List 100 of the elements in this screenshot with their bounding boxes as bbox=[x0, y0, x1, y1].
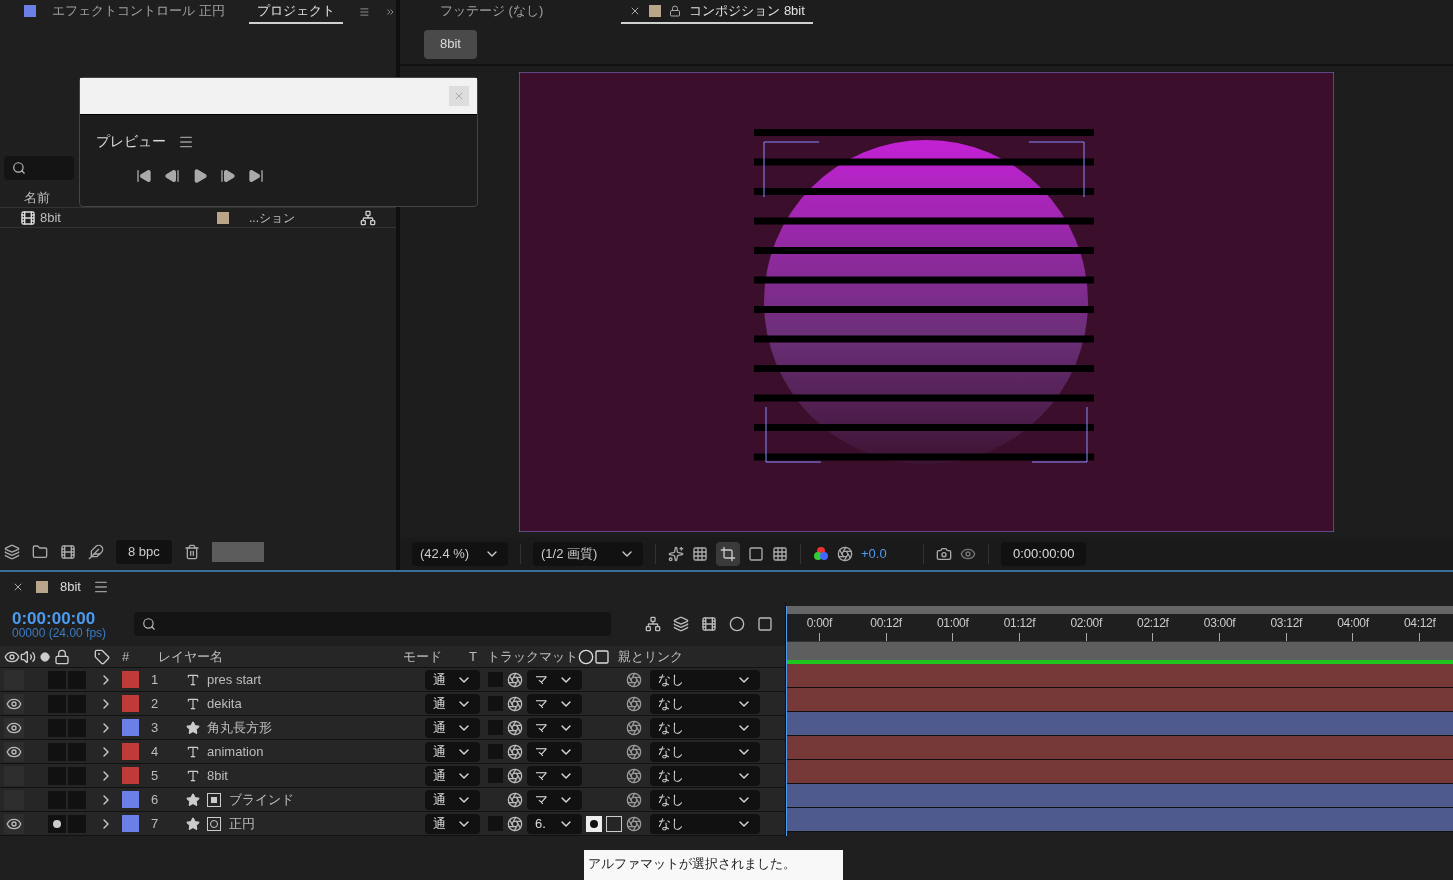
magnification-dropdown[interactable]: (42.4 %) bbox=[412, 541, 508, 566]
region-of-interest-icon[interactable] bbox=[748, 545, 764, 562]
search-field[interactable] bbox=[4, 156, 74, 180]
camera-icon[interactable] bbox=[936, 545, 952, 562]
layer-duration-bar[interactable] bbox=[786, 808, 1453, 832]
solo-toggle[interactable] bbox=[48, 814, 66, 833]
panel-tab[interactable]: コンポジション 8bit bbox=[621, 0, 813, 24]
pick-whip-icon[interactable] bbox=[507, 695, 523, 712]
layer-name[interactable]: animation bbox=[207, 741, 264, 762]
panel-tab[interactable]: プロジェクト bbox=[248, 0, 343, 24]
layer-name[interactable]: 角丸長方形 bbox=[207, 717, 272, 738]
search-field[interactable] bbox=[134, 612, 611, 636]
mode-dropdown[interactable]: 通 bbox=[425, 717, 480, 738]
composition-flowchart-icon[interactable] bbox=[645, 616, 661, 632]
work-area-bar[interactable] bbox=[786, 642, 1453, 664]
parent-dropdown[interactable]: なし bbox=[650, 693, 760, 714]
track-matte-dropdown[interactable]: マ bbox=[527, 693, 582, 714]
layer-duration-bar[interactable] bbox=[786, 784, 1453, 808]
parent-dropdown[interactable]: なし bbox=[650, 789, 760, 810]
track-matte-dropdown[interactable]: マ bbox=[527, 717, 582, 738]
label-swatch[interactable] bbox=[122, 719, 139, 736]
pick-whip-icon[interactable] bbox=[507, 791, 523, 808]
play-icon[interactable] bbox=[192, 168, 208, 184]
exposure-reset-icon[interactable] bbox=[837, 545, 853, 562]
parent-dropdown[interactable]: なし bbox=[650, 765, 760, 786]
folder-icon[interactable] bbox=[32, 544, 48, 560]
layer-row[interactable]: 7 正円 通 6. なし bbox=[0, 812, 785, 836]
label-swatch[interactable] bbox=[122, 743, 139, 760]
visibility-toggle[interactable] bbox=[4, 741, 24, 762]
pick-whip-icon[interactable] bbox=[507, 815, 523, 832]
parent-pick-whip-icon[interactable] bbox=[626, 719, 642, 736]
channel-icon[interactable] bbox=[813, 545, 829, 562]
next-frame-icon[interactable] bbox=[220, 168, 236, 184]
panel-tab[interactable]: フッテージ (なし) bbox=[432, 0, 552, 24]
parent-pick-whip-icon[interactable] bbox=[626, 791, 642, 808]
parent-dropdown[interactable]: なし bbox=[650, 741, 760, 762]
visibility-toggle[interactable] bbox=[4, 813, 24, 834]
parent-pick-whip-icon[interactable] bbox=[626, 815, 642, 832]
first-frame-icon[interactable] bbox=[136, 168, 152, 184]
pick-whip-icon[interactable] bbox=[507, 671, 523, 688]
mode-dropdown[interactable]: 通 bbox=[425, 789, 480, 810]
visibility-toggle[interactable] bbox=[4, 717, 24, 738]
label-swatch[interactable] bbox=[122, 791, 139, 808]
pick-whip-icon[interactable] bbox=[507, 719, 523, 736]
layer-name[interactable]: dekita bbox=[207, 693, 242, 714]
parent-pick-whip-icon[interactable] bbox=[626, 743, 642, 760]
visibility-toggle[interactable] bbox=[4, 669, 24, 690]
timeline-timecode[interactable]: 0:00:00:00 bbox=[12, 609, 122, 627]
pick-whip-icon[interactable] bbox=[507, 767, 523, 784]
layer-name[interactable]: ブラインド bbox=[229, 789, 294, 810]
exposure-value[interactable]: +0.0 bbox=[861, 543, 911, 564]
fast-preview-icon[interactable] bbox=[668, 545, 684, 562]
layer-row[interactable]: 3 角丸長方形 通 マ なし bbox=[0, 716, 785, 740]
pick-whip-icon[interactable] bbox=[507, 743, 523, 760]
last-frame-icon[interactable] bbox=[248, 168, 264, 184]
previous-frame-icon[interactable] bbox=[164, 168, 180, 184]
track-matte-dropdown[interactable]: 6. bbox=[527, 813, 582, 834]
panel-tab[interactable]: エフェクトコントロール 正円 bbox=[16, 0, 233, 24]
track-matte-dropdown[interactable]: マ bbox=[527, 789, 582, 810]
layer-name[interactable]: pres start bbox=[207, 669, 262, 690]
flowchart-icon[interactable] bbox=[360, 209, 376, 226]
mode-dropdown[interactable]: 通 bbox=[425, 693, 480, 714]
transparency-grid-icon[interactable] bbox=[692, 545, 708, 562]
label-swatch[interactable] bbox=[122, 815, 139, 832]
new-composition-icon[interactable] bbox=[60, 544, 76, 560]
layer-duration-bar[interactable] bbox=[786, 712, 1453, 736]
draft-3d-icon[interactable] bbox=[673, 616, 689, 632]
project-item-name[interactable]: 8bit bbox=[40, 207, 195, 228]
bit-depth-button[interactable]: 8 bpc bbox=[116, 540, 172, 564]
parent-dropdown[interactable]: なし bbox=[650, 717, 760, 738]
mode-dropdown[interactable]: 通 bbox=[425, 741, 480, 762]
interpret-footage-icon[interactable] bbox=[4, 544, 20, 560]
feather-icon[interactable] bbox=[88, 544, 104, 560]
parent-pick-whip-icon[interactable] bbox=[626, 671, 642, 688]
layer-row[interactable]: 1 pres start 通 マ なし bbox=[0, 668, 785, 692]
lock-icon[interactable] bbox=[669, 5, 682, 17]
parent-dropdown[interactable]: なし bbox=[650, 669, 760, 690]
composition-button[interactable]: 8bit bbox=[424, 29, 477, 59]
layer-row[interactable]: 5 8bit 通 マ なし bbox=[0, 764, 785, 788]
close-icon[interactable] bbox=[12, 581, 24, 593]
frame-blending-icon[interactable] bbox=[701, 616, 717, 632]
timeline-tab[interactable]: 8bit bbox=[60, 577, 81, 597]
visibility-toggle[interactable] bbox=[4, 765, 24, 786]
label-swatch[interactable] bbox=[122, 671, 139, 688]
layer-name[interactable]: 正円 bbox=[229, 813, 255, 834]
mode-dropdown[interactable]: 通 bbox=[425, 765, 480, 786]
mask-visibility-icon[interactable] bbox=[716, 541, 740, 566]
layer-name[interactable]: 8bit bbox=[207, 765, 228, 786]
layer-row[interactable]: 2 dekita 通 マ なし bbox=[0, 692, 785, 716]
graph-editor-icon[interactable] bbox=[757, 616, 773, 632]
parent-pick-whip-icon[interactable] bbox=[626, 767, 642, 784]
label-swatch[interactable] bbox=[122, 767, 139, 784]
visibility-toggle[interactable] bbox=[4, 693, 24, 714]
parent-dropdown[interactable]: なし bbox=[650, 813, 760, 834]
track-matte-dropdown[interactable]: マ bbox=[527, 669, 582, 690]
mode-dropdown[interactable]: 通 bbox=[425, 813, 480, 834]
parent-pick-whip-icon[interactable] bbox=[626, 695, 642, 712]
label-swatch[interactable] bbox=[122, 695, 139, 712]
grid-guide-icon[interactable] bbox=[772, 545, 788, 562]
visibility-toggle[interactable] bbox=[4, 789, 24, 810]
